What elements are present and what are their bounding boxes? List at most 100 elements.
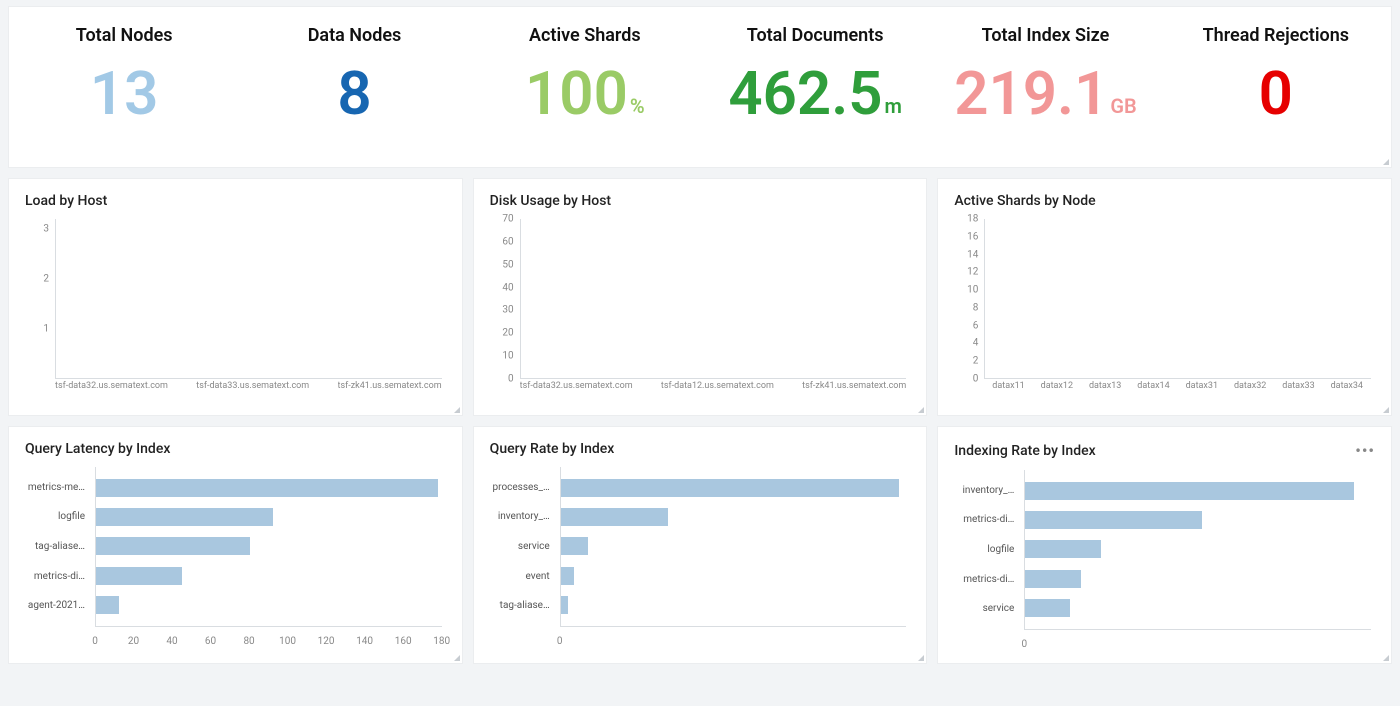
chart-title: Indexing Rate by Index••• xyxy=(954,441,1375,460)
y-label: inventory_… xyxy=(954,482,1020,500)
bar-container xyxy=(95,467,442,627)
x-tick: tsf-data32.us.sematext.com xyxy=(520,381,633,399)
chart-title: Disk Usage by Host xyxy=(490,193,911,209)
y-label: processes_… xyxy=(490,479,556,497)
x-tick: datax13 xyxy=(1081,381,1129,399)
bar[interactable] xyxy=(561,596,907,614)
metric-value: 219.1GB xyxy=(954,64,1137,124)
y-tick: 30 xyxy=(502,305,513,316)
y-tick: 60 xyxy=(502,236,513,247)
chart-body: 123tsf-data32.us.sematext.comtsf-data33.… xyxy=(25,219,446,399)
y-tick: 18 xyxy=(967,214,978,225)
bar[interactable] xyxy=(96,567,442,585)
bar-container xyxy=(984,219,1371,379)
x-tick: tsf-zk41.us.sematext.com xyxy=(802,381,906,399)
metric-unit: GB xyxy=(1110,96,1136,116)
resize-handle[interactable] xyxy=(450,651,460,661)
y-axis: 024681012141618 xyxy=(954,219,982,379)
x-tick: tsf-zk41.us.sematext.com xyxy=(338,381,442,399)
more-icon[interactable]: ••• xyxy=(1355,441,1375,460)
y-label: logfile xyxy=(954,541,1020,559)
y-tick: 0 xyxy=(508,374,514,385)
x-tick: 0 xyxy=(557,636,563,647)
bar[interactable] xyxy=(561,479,907,497)
metric-number: 8 xyxy=(337,64,371,124)
x-tick: 100 xyxy=(279,636,296,647)
metric-number: 462.5 xyxy=(728,64,882,124)
metric-title: Thread Rejections xyxy=(1203,25,1349,46)
x-tick: tsf-data12.us.sematext.com xyxy=(661,381,774,399)
y-label: tag-aliase… xyxy=(25,538,91,556)
y-tick: 0 xyxy=(973,374,979,385)
bar[interactable] xyxy=(96,537,442,555)
metric-card-5: Thread Rejections 0 xyxy=(1161,7,1391,167)
resize-handle[interactable] xyxy=(1379,155,1389,165)
y-label: tag-aliase… xyxy=(490,597,556,615)
chart-body: inventory_… metrics-di… logfile metrics-di…… xyxy=(954,470,1375,650)
chart-title: Active Shards by Node xyxy=(954,193,1375,209)
bar[interactable] xyxy=(561,567,907,585)
y-label: logfile xyxy=(25,508,91,526)
bar[interactable] xyxy=(1025,511,1371,529)
metric-value: 8 xyxy=(337,64,371,124)
bar-container xyxy=(55,219,442,379)
chart-title: Query Rate by Index xyxy=(490,441,911,457)
x-axis: datax11datax12datax13datax14datax31datax… xyxy=(984,381,1371,399)
y-label: event xyxy=(490,568,556,586)
y-label: metrics-di… xyxy=(954,571,1020,589)
resize-handle[interactable] xyxy=(914,651,924,661)
metric-card-3: Total Documents462.5m xyxy=(700,7,930,167)
x-tick: 20 xyxy=(128,636,139,647)
x-tick: 180 xyxy=(433,636,450,647)
chart-title: Query Latency by Index xyxy=(25,441,446,457)
y-tick: 40 xyxy=(502,282,513,293)
bar[interactable] xyxy=(1025,540,1371,558)
metric-title: Total Nodes xyxy=(76,25,173,46)
metric-title: Active Shards xyxy=(529,25,641,46)
chart-card-indexing_rate_by_index: Indexing Rate by Index••• inventory_…metr… xyxy=(937,426,1392,664)
metric-unit: % xyxy=(630,96,645,116)
chart-card-disk_usage_by_host: Disk Usage by Host010203040506070tsf-dat… xyxy=(473,178,928,416)
x-tick: 80 xyxy=(243,636,254,647)
metric-card-2: Active Shards100% xyxy=(470,7,700,167)
bar[interactable] xyxy=(561,508,907,526)
bar[interactable] xyxy=(1025,599,1371,617)
x-axis: 020406080100120140160180 xyxy=(95,629,442,647)
bar[interactable] xyxy=(96,479,442,497)
chart-card-active_shards_by_node: Active Shards by Node024681012141618data… xyxy=(937,178,1392,416)
resize-handle[interactable] xyxy=(1379,403,1389,413)
y-tick: 14 xyxy=(967,249,978,260)
y-axis: inventory_… metrics-di… logfile metrics-di…… xyxy=(954,470,1020,630)
x-tick: 140 xyxy=(356,636,373,647)
resize-handle[interactable] xyxy=(914,403,924,413)
x-tick: datax31 xyxy=(1178,381,1226,399)
x-tick: tsf-data33.us.sematext.com xyxy=(196,381,309,399)
bar-container xyxy=(560,467,907,627)
x-tick: datax11 xyxy=(984,381,1032,399)
resize-handle[interactable] xyxy=(450,403,460,413)
resize-handle[interactable] xyxy=(1379,651,1389,661)
bar[interactable] xyxy=(96,508,442,526)
y-label: metrics-di… xyxy=(954,511,1020,529)
chart-body: metrics-me…logfiletag-aliase…metrics-di…… xyxy=(25,467,446,647)
y-tick: 12 xyxy=(967,267,978,278)
bar[interactable] xyxy=(1025,570,1371,588)
metric-number: 0 xyxy=(1259,64,1293,124)
y-tick: 6 xyxy=(973,320,979,331)
chart-row-2: Query Latency by Indexmetrics-me…logfile… xyxy=(0,426,1400,664)
bar[interactable] xyxy=(1025,482,1371,500)
bar[interactable] xyxy=(561,537,907,555)
x-tick: 60 xyxy=(205,636,216,647)
metrics-row: Total Nodes13Data Nodes8Active Shards100… xyxy=(8,6,1392,168)
chart-body: processes_…inventory_…serviceeventtag-al… xyxy=(490,467,911,647)
y-label: agent-2021… xyxy=(25,597,91,615)
chart-body: 024681012141618datax11datax12datax13data… xyxy=(954,219,1375,399)
chart-card-load_by_host: Load by Host123tsf-data32.us.sematext.co… xyxy=(8,178,463,416)
y-tick: 8 xyxy=(973,302,979,313)
chart-body: 010203040506070tsf-data32.us.sematext.co… xyxy=(490,219,911,399)
metric-unit: m xyxy=(885,96,902,116)
metric-title: Total Index Size xyxy=(982,25,1110,46)
x-tick: 0 xyxy=(92,636,98,647)
metric-number: 219.1 xyxy=(954,64,1108,124)
bar[interactable] xyxy=(96,596,442,614)
